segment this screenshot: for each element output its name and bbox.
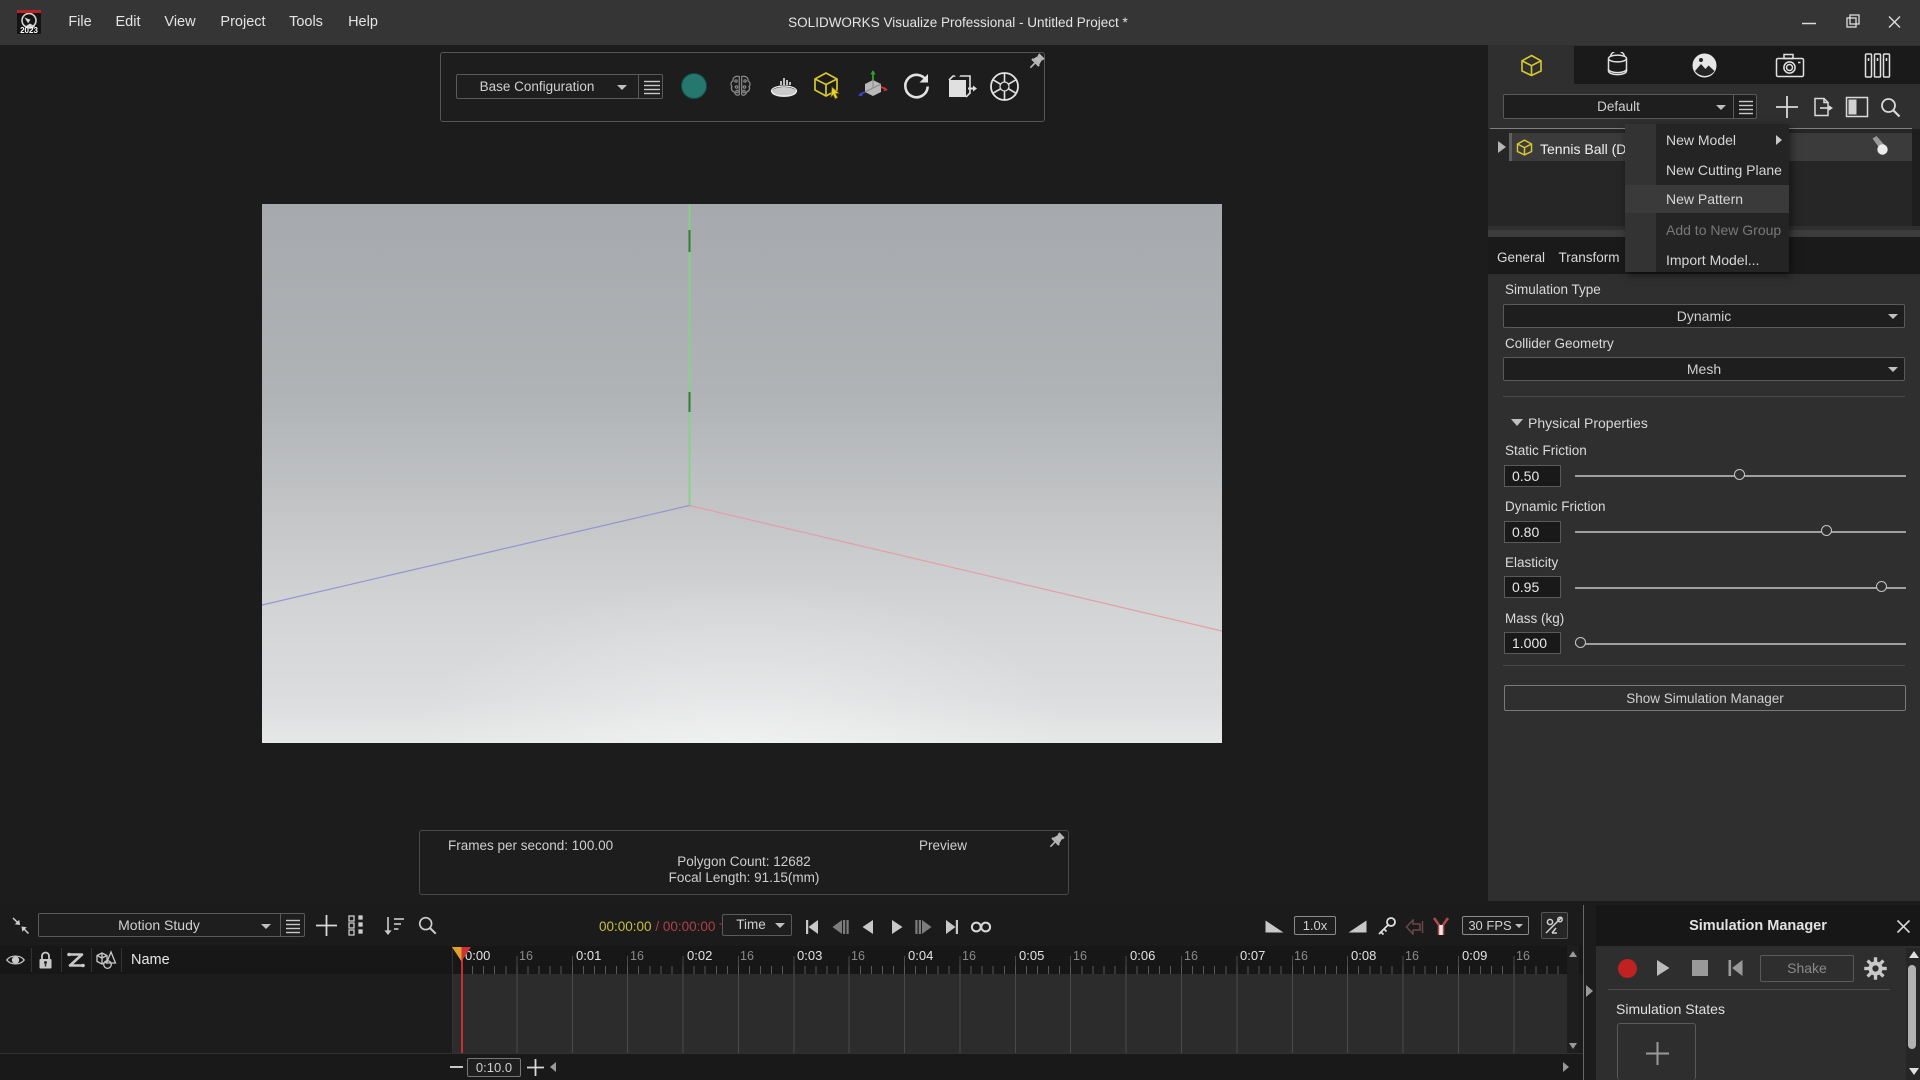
svg-text:2023: 2023 — [20, 26, 38, 34]
